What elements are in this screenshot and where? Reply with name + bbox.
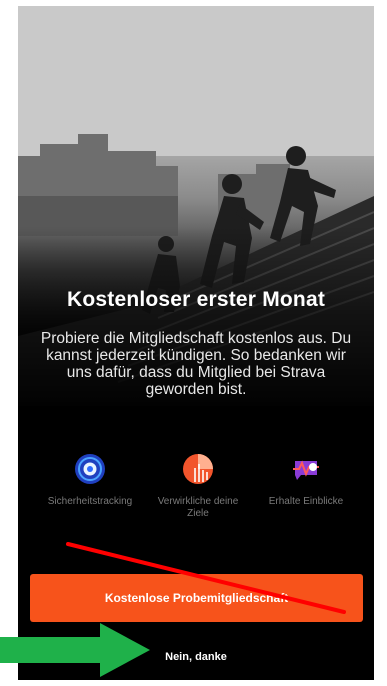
feature-item-goals: Verwirkliche deine Ziele — [146, 452, 250, 520]
page-title: Kostenloser erster Monat — [66, 288, 326, 311]
feature-list: Sicherheitstracking Verwirkliche deine Z… — [38, 452, 358, 520]
start-trial-button[interactable]: Kostenlose Probemitgliedschaft — [30, 574, 363, 622]
safety-tracking-icon — [75, 454, 105, 484]
goals-icon — [183, 454, 213, 484]
feature-label: Sicherheitstracking — [47, 496, 133, 507]
feature-item-insights: Erhalte Einblicke — [254, 452, 358, 520]
decline-button[interactable]: Nein, danke — [138, 645, 254, 669]
app-screen: Kostenloser erster Monat Probiere die Mi… — [18, 6, 374, 680]
feature-label: Verwirkliche deine Ziele — [157, 496, 239, 519]
page-description: Probiere die Mitgliedschaft kostenlos au… — [40, 330, 352, 398]
feature-item-safety: Sicherheitstracking — [38, 452, 142, 520]
feature-label: Erhalte Einblicke — [268, 496, 344, 507]
insights-icon — [293, 460, 319, 480]
